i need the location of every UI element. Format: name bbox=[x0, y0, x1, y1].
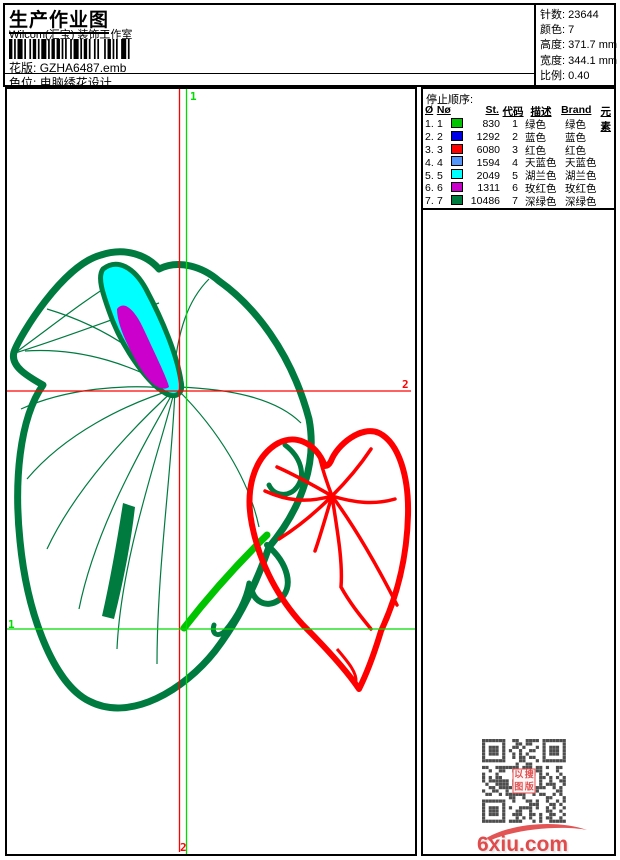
color-table-rows: 1. 1 830 1 绿色 绿色 2. 2 1292 2 蓝色 蓝色 3. 3 6080 3 红色 红色 4. 4 15… bbox=[425, 117, 613, 208]
row-chip-wrap bbox=[451, 169, 468, 182]
row-code: 1 bbox=[512, 118, 518, 131]
row-needle: 1 bbox=[437, 118, 443, 131]
row-code: 7 bbox=[512, 195, 518, 208]
row-stitches: 10486 bbox=[470, 195, 500, 208]
stitch-count-row: 针数: 23644 bbox=[540, 9, 599, 21]
row-needle: 4 bbox=[437, 156, 443, 169]
height-row: 高度: 371.7 mm bbox=[540, 39, 618, 52]
qr-code: 以搜图版 bbox=[482, 739, 566, 823]
row-seq: 1. bbox=[425, 118, 434, 131]
row-chip-wrap bbox=[451, 130, 468, 144]
watermark: 6xiu.com bbox=[473, 824, 593, 859]
color-sequence-panel: 停止顺序: Ø Nø St. 代码 描述 Brand 元素 1. 1 830 1 绿色绿… bbox=[421, 87, 616, 856]
stamp-char: 图 bbox=[514, 781, 524, 791]
row-stitches: 2049 bbox=[476, 169, 500, 182]
row-brand: 深绿色 bbox=[565, 195, 597, 208]
color-chip bbox=[451, 169, 463, 180]
row-chip-wrap bbox=[451, 143, 468, 157]
end-marker-right: 2 bbox=[402, 378, 409, 391]
row-chip-wrap bbox=[451, 156, 468, 169]
color-chip bbox=[451, 194, 463, 205]
color-chip bbox=[451, 143, 463, 154]
end-marker-bottom: 2 bbox=[180, 841, 187, 854]
row-seq: 4. bbox=[425, 156, 434, 169]
spadix bbox=[98, 261, 185, 398]
qr-stamp: 以搜图版 bbox=[512, 768, 536, 794]
stamp-char: 以 bbox=[514, 769, 524, 780]
design-canvas: 1 1 2 2 bbox=[5, 87, 417, 856]
row-needle: 5 bbox=[437, 169, 443, 182]
barcode bbox=[9, 39, 130, 59]
row-stitches: 1594 bbox=[476, 156, 500, 169]
row-needle: 3 bbox=[437, 143, 443, 156]
embroidery-design-svg: 1 1 2 2 bbox=[7, 89, 415, 854]
row-needle: 6 bbox=[437, 182, 443, 195]
row-needle: 2 bbox=[437, 131, 443, 144]
color-count-row: 颜色: 7 bbox=[540, 24, 575, 37]
row-seq: 6. bbox=[425, 182, 434, 195]
row-seq: 3. bbox=[425, 143, 434, 156]
table-bottom-border bbox=[423, 208, 614, 210]
header: 生产作业图 Wilcom(汇宝) 装饰工作室 花版: GZHA6487.emb … bbox=[3, 3, 618, 90]
start-marker-left: 1 bbox=[8, 618, 15, 631]
row-desc: 深绿色 bbox=[525, 195, 557, 208]
stamp-char: 搜 bbox=[524, 769, 534, 780]
color-chip bbox=[451, 181, 463, 192]
row-stitches: 1311 bbox=[477, 182, 500, 195]
scale-row: 比例: 0.40 bbox=[540, 69, 590, 82]
row-chip-wrap bbox=[451, 194, 468, 208]
row-code: 3 bbox=[512, 143, 518, 156]
row-stitches: 6080 bbox=[476, 143, 500, 156]
row-chip-wrap bbox=[451, 181, 468, 195]
color-chip bbox=[451, 156, 463, 167]
start-marker-top: 1 bbox=[190, 90, 197, 103]
width-row: 宽度: 344.1 mm bbox=[540, 54, 618, 67]
color-chip bbox=[451, 117, 463, 128]
row-stitches: 830 bbox=[482, 118, 500, 131]
row-code: 4 bbox=[512, 156, 518, 169]
stamp-char: 版 bbox=[524, 781, 534, 791]
row-needle: 7 bbox=[437, 195, 443, 208]
watermark-text: 6xiu.com bbox=[477, 833, 569, 856]
red-leaf bbox=[246, 428, 412, 692]
row-seq: 2. bbox=[425, 131, 434, 144]
row-code: 2 bbox=[512, 131, 518, 144]
row-seq: 5. bbox=[425, 169, 434, 182]
row-seq: 7. bbox=[425, 195, 434, 208]
design-info-box: 针数: 23644 颜色: 7 高度: 371.7 mm 宽度: 344.1 m… bbox=[534, 5, 618, 85]
color-chip bbox=[451, 130, 463, 141]
row-code: 5 bbox=[512, 169, 518, 182]
row-chip-wrap bbox=[451, 117, 468, 131]
row-code: 6 bbox=[512, 182, 518, 195]
color-row: 7. 7 10486 7 深绿色 深绿色 bbox=[425, 194, 613, 208]
row-stitches: 1292 bbox=[476, 131, 500, 144]
